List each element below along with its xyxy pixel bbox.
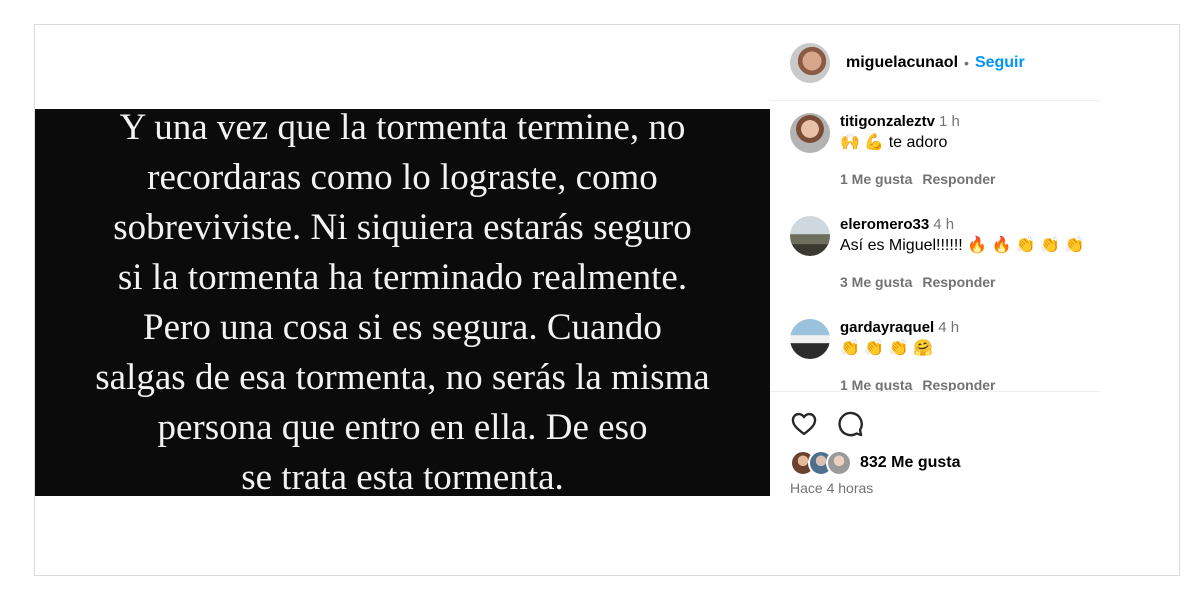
commenter-username[interactable]: titigonzaleztv xyxy=(840,113,935,130)
comment-icon[interactable] xyxy=(836,410,864,438)
comment-item: eleromero33 4 h Así es Miguel!!!!!! 🔥 🔥 👏… xyxy=(770,204,1100,307)
comment-time: 4 h xyxy=(933,216,955,233)
post-actions xyxy=(790,410,864,438)
comment-text: 👏 👏 👏 🤗 xyxy=(840,340,934,357)
comment-likes[interactable]: 3 Me gusta xyxy=(840,274,912,290)
commenter-username[interactable]: gardayraquel xyxy=(840,319,934,336)
reply-button[interactable]: Responder xyxy=(922,377,995,391)
commenter-username[interactable]: eleromero33 xyxy=(840,216,929,233)
heart-icon[interactable] xyxy=(790,410,818,438)
comment-likes[interactable]: 1 Me gusta xyxy=(840,377,912,391)
post-side-panel: miguelacunaol • Seguir titigonzaleztv 1 h… xyxy=(770,25,1100,575)
comment-time: 1 h xyxy=(939,113,960,130)
comment-item: gardayraquel 4 h 👏 👏 👏 🤗 1 Me gusta Respon… xyxy=(770,307,1100,391)
comment-body: gardayraquel 4 h 👏 👏 👏 🤗 1 Me gusta Respon… xyxy=(840,319,1095,391)
post-header: miguelacunaol • Seguir xyxy=(770,25,1100,101)
comment-body: eleromero33 4 h Así es Miguel!!!!!! 🔥 🔥 👏… xyxy=(840,216,1095,290)
reply-button[interactable]: Responder xyxy=(922,274,995,290)
comment-text: 🙌 💪 te adoro xyxy=(840,134,948,151)
follow-button[interactable]: Seguir xyxy=(975,54,1025,72)
header-separator: • xyxy=(964,54,969,71)
comment-item: titigonzaleztv 1 h 🙌 💪 te adoro 1 Me gust… xyxy=(770,101,1100,204)
post-image-text: Y una vez que la tormenta termine, no re… xyxy=(95,106,710,498)
post-image[interactable]: Y una vez que la tormenta termine, no re… xyxy=(35,107,770,498)
likes-summary: 832 Me gusta xyxy=(790,450,960,476)
comment-body: titigonzaleztv 1 h 🙌 💪 te adoro 1 Me gust… xyxy=(840,113,1095,187)
post-card: Y una vez que la tormenta termine, no re… xyxy=(34,24,1180,576)
comments-list[interactable]: titigonzaleztv 1 h 🙌 💪 te adoro 1 Me gust… xyxy=(770,101,1100,392)
reply-button[interactable]: Responder xyxy=(922,171,995,187)
comment-time: 4 h xyxy=(938,319,960,336)
author-username[interactable]: miguelacunaol xyxy=(846,54,958,72)
liker-avatar xyxy=(826,450,852,476)
comment-text: Así es Miguel!!!!!! 🔥 🔥 👏 👏 👏 xyxy=(840,237,1085,254)
commenter-avatar[interactable] xyxy=(790,319,830,359)
likes-count[interactable]: 832 Me gusta xyxy=(860,454,960,472)
post-timestamp: Hace 4 horas xyxy=(790,480,874,496)
commenter-avatar[interactable] xyxy=(790,113,830,153)
commenter-avatar[interactable] xyxy=(790,216,830,256)
comment-likes[interactable]: 1 Me gusta xyxy=(840,171,912,187)
author-avatar[interactable] xyxy=(790,42,830,83)
